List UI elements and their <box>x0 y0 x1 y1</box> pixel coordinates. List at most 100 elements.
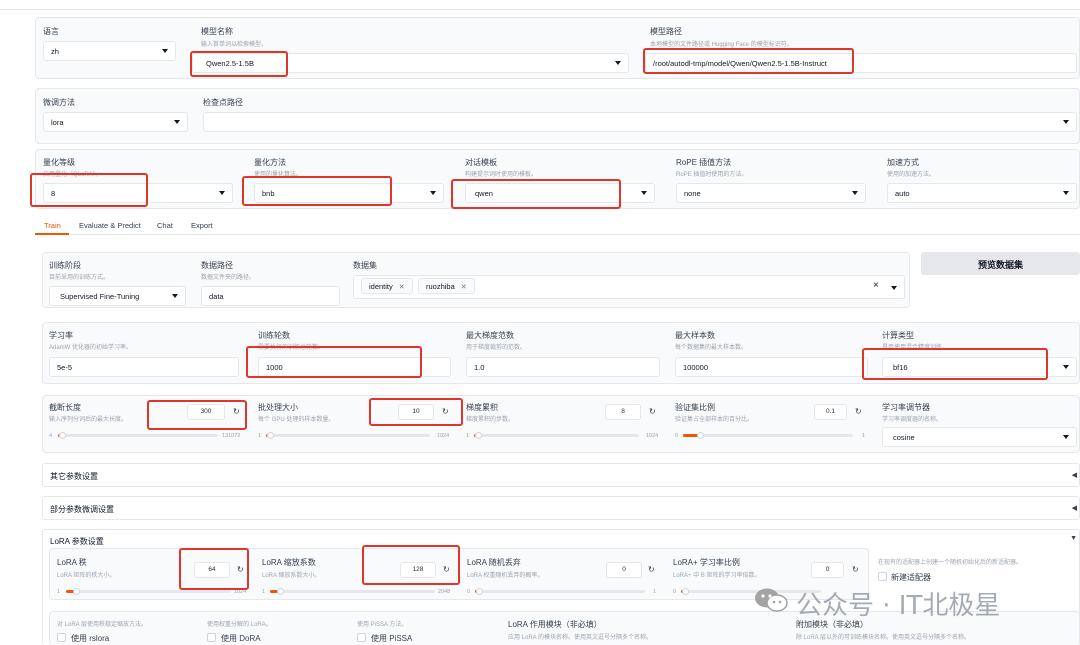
model-path-input[interactable]: /root/autodl-tmp/model/Qwen/Qwen2.5-1.5B… <box>645 53 1077 73</box>
max-grad-norm-label: 最大梯度范数 <box>466 331 514 340</box>
slider-thumb[interactable] <box>682 588 689 595</box>
accordion-freeze[interactable]: 部分参数微调设置 ◀ <box>42 496 1080 520</box>
model-name-select[interactable]: Qwen2.5-1.5B <box>192 53 629 73</box>
new-adapter-checkbox[interactable] <box>878 572 887 581</box>
max-samples-input[interactable]: 100000 <box>675 357 868 377</box>
lora-alpha-input[interactable]: 128 <box>400 562 436 578</box>
lora-dropout-hint: LoRA 权重随机丢弃的概率。 <box>467 573 544 579</box>
reset-icon[interactable]: ↻ <box>237 565 244 574</box>
clear-icon[interactable]: × <box>873 280 879 291</box>
additional-target-hint: 除 LoRA 层以外的可训练模块名称。使用英文逗号分隔多个名称。 <box>796 635 971 641</box>
learning-rate-input[interactable]: 5e-5 <box>49 357 239 377</box>
lora-rank-hint: LoRA 矩阵的秩大小。 <box>57 573 116 579</box>
max-samples-hint: 每个数据集的最大样本数。 <box>675 345 748 351</box>
lora-dropout-label: LoRA 随机丢弃 <box>467 558 521 567</box>
quant-bit-select[interactable]: 8 <box>43 183 233 203</box>
dataset-dir-input[interactable]: data <box>201 286 340 306</box>
slider-max: 1 <box>862 433 866 439</box>
tab-train[interactable]: Train <box>44 221 61 230</box>
val-size-input[interactable]: 0.1 <box>814 404 847 420</box>
lora-dropout-slider[interactable] <box>475 590 645 593</box>
slider-thumb[interactable] <box>476 588 483 595</box>
epochs-hint: 需要执行的训练总轮数。 <box>258 345 325 351</box>
booster-hint: 使用的加速方法。 <box>887 172 936 178</box>
tab-chat[interactable]: Chat <box>157 221 173 230</box>
lora-plus-input[interactable]: 0 <box>811 562 844 578</box>
cutoff-len-slider[interactable] <box>58 434 218 437</box>
rope-select[interactable]: none <box>676 183 866 203</box>
max-grad-norm-input[interactable]: 1.0 <box>466 357 660 377</box>
dataset-select[interactable]: identity ✕ ruozhiba ✕ × <box>353 275 905 299</box>
rslora-checkbox[interactable] <box>57 633 66 642</box>
close-icon[interactable]: ✕ <box>399 284 405 291</box>
slider-thumb[interactable] <box>475 432 482 439</box>
reset-icon[interactable]: ↻ <box>648 565 655 574</box>
slider-min: 1 <box>258 433 262 439</box>
accordion-other[interactable]: 其它参数设置 ◀ <box>42 463 1080 487</box>
chevron-down-icon <box>174 120 180 124</box>
template-select[interactable]: qwen <box>465 183 655 203</box>
slider-thumb[interactable] <box>697 432 704 439</box>
quant-bit-label: 量化等级 <box>43 158 75 167</box>
tab-active-indicator <box>35 233 69 235</box>
reset-icon[interactable]: ↻ <box>443 565 450 574</box>
accordion-title: 其它参数设置 <box>50 472 98 481</box>
lora-rank-label: LoRA 秩 <box>57 558 87 567</box>
lr-scheduler-hint: 学习率调度器的名称。 <box>882 417 943 423</box>
slider-max: 1 <box>653 589 657 595</box>
batch-size-input[interactable]: 10 <box>398 404 434 420</box>
lr-scheduler-select[interactable]: cosine <box>882 427 1077 447</box>
caret-left-icon: ◀ <box>1071 472 1077 479</box>
slider-thumb[interactable] <box>267 432 274 439</box>
slider-min: 1 <box>466 433 470 439</box>
compute-type-label: 计算类型 <box>882 331 914 340</box>
lora-rank-slider[interactable] <box>66 590 231 593</box>
new-adapter-hint: 在现有的适配器上创建一个随机初始化后的新适配器。 <box>878 560 1023 566</box>
reset-icon[interactable]: ↻ <box>442 407 449 416</box>
stage-label: 训练阶段 <box>49 261 81 270</box>
batch-size-label: 批处理大小 <box>258 403 298 412</box>
finetune-method-label: 微调方法 <box>43 98 75 107</box>
language-select[interactable]: zh <box>43 41 176 61</box>
tab-export[interactable]: Export <box>191 221 213 230</box>
dataset-chip[interactable]: ruozhiba ✕ <box>418 278 475 294</box>
lora-alpha-slider[interactable] <box>270 590 435 593</box>
language-label: 语言 <box>43 27 59 36</box>
compute-type-select[interactable]: bf16 <box>882 357 1077 377</box>
tab-evaluate-predict[interactable]: Evaluate & Predict <box>79 221 141 230</box>
reset-icon[interactable]: ↻ <box>855 407 862 416</box>
finetune-method-select[interactable]: lora <box>43 112 188 132</box>
close-icon[interactable]: ✕ <box>461 284 467 291</box>
preview-dataset-button[interactable]: 预览数据集 <box>921 252 1080 275</box>
booster-select[interactable]: auto <box>887 183 1077 203</box>
slider-max: 1024 <box>234 589 247 595</box>
epochs-input[interactable]: 1000 <box>258 357 451 377</box>
slider-thumb[interactable] <box>59 432 66 439</box>
slider-min: 1 <box>262 589 266 595</box>
dataset-chip[interactable]: identity ✕ <box>361 278 413 294</box>
val-size-label: 验证集比例 <box>675 403 715 412</box>
top-divider <box>0 0 1080 10</box>
slider-max: 1024 <box>437 433 450 439</box>
pissa-checkbox[interactable] <box>357 633 366 642</box>
grad-accum-input[interactable]: 8 <box>605 404 641 420</box>
grad-accum-slider[interactable] <box>474 434 639 437</box>
lora-plus-label: LoRA+ 学习率比例 <box>673 558 740 567</box>
dora-hint: 使用权重分解的 LoRA。 <box>207 622 272 628</box>
dora-checkbox[interactable] <box>207 633 216 642</box>
batch-size-hint: 每个 GPU 处理的样本数量。 <box>258 417 335 423</box>
reset-icon[interactable]: ↻ <box>649 407 656 416</box>
lora-rank-input[interactable]: 64 <box>194 562 230 578</box>
max-grad-norm-hint: 用于梯度裁剪的范数。 <box>466 345 527 351</box>
batch-size-slider[interactable] <box>266 434 430 437</box>
quant-method-select[interactable]: bnb <box>254 183 444 203</box>
cutoff-len-label: 截断长度 <box>49 403 81 412</box>
learning-rate-label: 学习率 <box>49 331 73 340</box>
checkpoint-path-select[interactable] <box>203 112 1077 132</box>
lora-dropout-input[interactable]: 0 <box>606 562 642 578</box>
cutoff-len-input[interactable]: 300 <box>187 404 225 420</box>
stage-select[interactable]: Supervised Fine-Tuning <box>49 286 186 306</box>
reset-icon[interactable]: ↻ <box>852 565 859 574</box>
reset-icon[interactable]: ↻ <box>233 407 240 416</box>
val-size-slider[interactable] <box>683 434 853 437</box>
